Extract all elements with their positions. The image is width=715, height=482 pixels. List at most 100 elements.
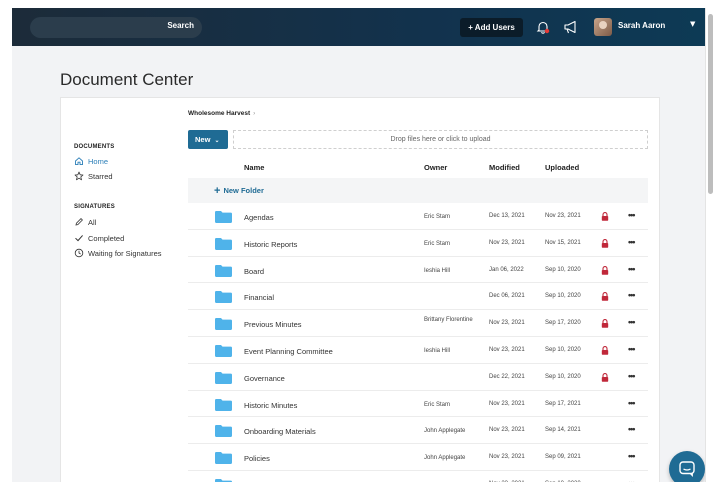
new-button[interactable]: New ⌄ xyxy=(188,130,228,149)
folder-list: Agendas Eric Stam Dec 13, 2021 Nov 23, 2021… xyxy=(188,203,648,482)
folder-uploaded-date: Sep 09, 2021 xyxy=(545,454,581,461)
sidebar-item-label: Starred xyxy=(88,171,113,181)
caret-down-icon[interactable]: ▼ xyxy=(690,20,695,28)
add-users-button[interactable]: + Add Users xyxy=(460,18,523,37)
folder-uploaded-date: Sep 17, 2021 xyxy=(545,400,581,407)
folder-modified-date: Dec 22, 2021 xyxy=(489,373,525,380)
lock-icon xyxy=(601,372,609,382)
folder-uploaded-date: Sep 10, 2020 xyxy=(545,266,581,273)
table-row[interactable]: Historic Minutes Eric Stam Nov 23, 2021 Sep… xyxy=(188,391,648,418)
sidebar-item-home[interactable]: Home xyxy=(74,156,108,166)
more-options-icon[interactable]: ••• xyxy=(628,371,636,381)
folder-icon xyxy=(215,318,232,331)
more-options-icon[interactable]: ••• xyxy=(628,317,636,327)
column-header-modified[interactable]: Modified xyxy=(489,163,520,172)
user-avatar[interactable] xyxy=(594,18,612,36)
column-header-owner[interactable]: Owner xyxy=(424,163,447,172)
sidebar-item-completed[interactable]: Completed xyxy=(74,233,124,243)
new-button-label: New xyxy=(195,135,211,144)
user-name[interactable]: Sarah Aaron xyxy=(618,21,665,30)
sidebar-item-label: Completed xyxy=(88,233,125,243)
sidebar-item-starred[interactable]: Starred xyxy=(74,171,113,181)
folder-icon xyxy=(215,371,232,384)
column-header-uploaded[interactable]: Uploaded xyxy=(545,163,579,172)
table-row[interactable]: Financial Dec 06, 2021 Sep 10, 2020 ••• xyxy=(188,283,648,311)
folder-owner: John Applegate xyxy=(424,428,466,435)
chevron-down-icon: ⌄ xyxy=(214,138,220,144)
table-row[interactable]: Board Ieshia Hill Jan 06, 2022 Sep 10, 2020… xyxy=(188,257,648,284)
folder-name[interactable]: Governance xyxy=(244,374,285,383)
lock-icon xyxy=(601,238,609,248)
more-options-icon[interactable]: ••• xyxy=(628,398,636,408)
table-row[interactable]: Agendas Eric Stam Dec 13, 2021 Nov 23, 2021… xyxy=(188,203,648,230)
folder-name[interactable]: Event Planning Committee xyxy=(244,347,333,356)
folder-name[interactable]: Policies xyxy=(244,454,270,463)
folder-modified-date: Nov 23, 2021 xyxy=(489,454,525,461)
folder-name[interactable]: Financial xyxy=(244,293,274,302)
folder-name[interactable]: Onboarding Materials xyxy=(244,427,316,436)
table-row[interactable]: Governance Dec 22, 2021 Sep 10, 2020 ••• xyxy=(188,364,648,391)
chat-support-button[interactable] xyxy=(669,451,705,482)
breadcrumb-current[interactable]: Wholesome Harvest xyxy=(188,110,250,117)
breadcrumb: Wholesome Harvest › xyxy=(188,110,255,117)
folder-owner: Brittany Florentine xyxy=(424,317,473,324)
more-options-icon[interactable]: ••• xyxy=(628,290,636,300)
table-row[interactable]: Policies John Applegate Nov 23, 2021 Sep 09… xyxy=(188,444,648,471)
folder-modified-date: Jan 06, 2022 xyxy=(489,266,524,273)
folder-owner: Ieshia Hill xyxy=(424,267,451,274)
folder-name[interactable]: Historic Minutes xyxy=(244,401,297,410)
folder-modified-date: Nov 23, 2021 xyxy=(489,320,525,327)
more-options-icon[interactable]: ••• xyxy=(628,424,636,434)
search-label[interactable]: Search xyxy=(167,21,194,30)
page-scrollbar[interactable] xyxy=(705,8,715,482)
table-row[interactable]: Event Planning Committee Ieshia Hill Nov 2… xyxy=(188,337,648,364)
lock-icon xyxy=(601,319,609,328)
pen-icon xyxy=(74,217,84,227)
file-drop-zone[interactable]: Drop files here or click to upload xyxy=(233,130,648,149)
folder-icon xyxy=(215,211,232,223)
notification-dot xyxy=(544,28,550,34)
table-row[interactable]: Onboarding Materials John Applegate Nov 23… xyxy=(188,417,648,445)
folder-modified-date: Dec 06, 2021 xyxy=(489,293,525,300)
more-options-icon[interactable]: ••• xyxy=(628,264,636,274)
sidebar-item-waiting-for-signatures[interactable]: Waiting for Signatures xyxy=(74,248,162,258)
lock-icon xyxy=(601,346,609,355)
scrollbar-thumb[interactable] xyxy=(708,14,713,194)
folder-modified-date: Nov 23, 2021 xyxy=(489,346,525,353)
sidebar-item-all[interactable]: All xyxy=(74,217,96,227)
more-options-icon[interactable]: ••• xyxy=(628,451,636,461)
more-options-icon[interactable]: ••• xyxy=(628,237,636,247)
more-options-icon[interactable]: ••• xyxy=(628,344,636,354)
folder-name[interactable]: Historic Reports xyxy=(244,240,297,249)
lock-icon xyxy=(601,212,609,221)
top-navigation-bar: Search + Add Users Sarah Aaron ▼ xyxy=(12,8,705,46)
folder-uploaded-date: Sep 10, 2020 xyxy=(545,373,581,380)
chat-icon xyxy=(679,461,695,477)
folder-icon xyxy=(215,237,232,250)
folder-icon xyxy=(215,398,232,411)
table-row[interactable]: Historic Reports Eric Stam Nov 23, 2021 Nov… xyxy=(188,230,648,257)
sidebar-item-label: All xyxy=(88,217,97,227)
lock-icon xyxy=(601,265,609,275)
search-box[interactable]: Search xyxy=(30,17,202,38)
column-header-name[interactable]: Name xyxy=(244,163,264,172)
table-row[interactable]: StaffIeshia HillNov 23, 2021Sep 10, 2020… xyxy=(188,471,648,482)
app-frame: Search + Add Users Sarah Aaron ▼ Documen… xyxy=(12,8,705,482)
folder-icon xyxy=(215,291,232,304)
folder-owner: Ieshia Hill xyxy=(424,347,451,354)
folder-name[interactable]: Agendas xyxy=(244,213,274,222)
search-input[interactable] xyxy=(36,17,146,38)
new-folder-button[interactable]: + New Folder xyxy=(188,178,648,203)
new-folder-label: New Folder xyxy=(223,186,264,195)
folder-uploaded-date: Sep 10, 2020 xyxy=(545,293,581,300)
megaphone-icon[interactable] xyxy=(563,20,579,34)
more-options-icon[interactable]: ••• xyxy=(628,210,636,220)
folder-modified-date: Dec 13, 2021 xyxy=(489,213,525,219)
table-row[interactable]: Previous Minutes Brittany Florentine Nov 2… xyxy=(188,310,648,337)
folder-uploaded-date: Sep 17, 2020 xyxy=(545,320,581,327)
folder-modified-date: Nov 23, 2021 xyxy=(489,427,525,434)
bell-icon[interactable] xyxy=(536,20,550,34)
folder-name[interactable]: Board xyxy=(244,267,264,276)
folder-name[interactable]: Previous Minutes xyxy=(244,320,302,329)
more-options-icon[interactable]: ••• xyxy=(628,478,636,482)
